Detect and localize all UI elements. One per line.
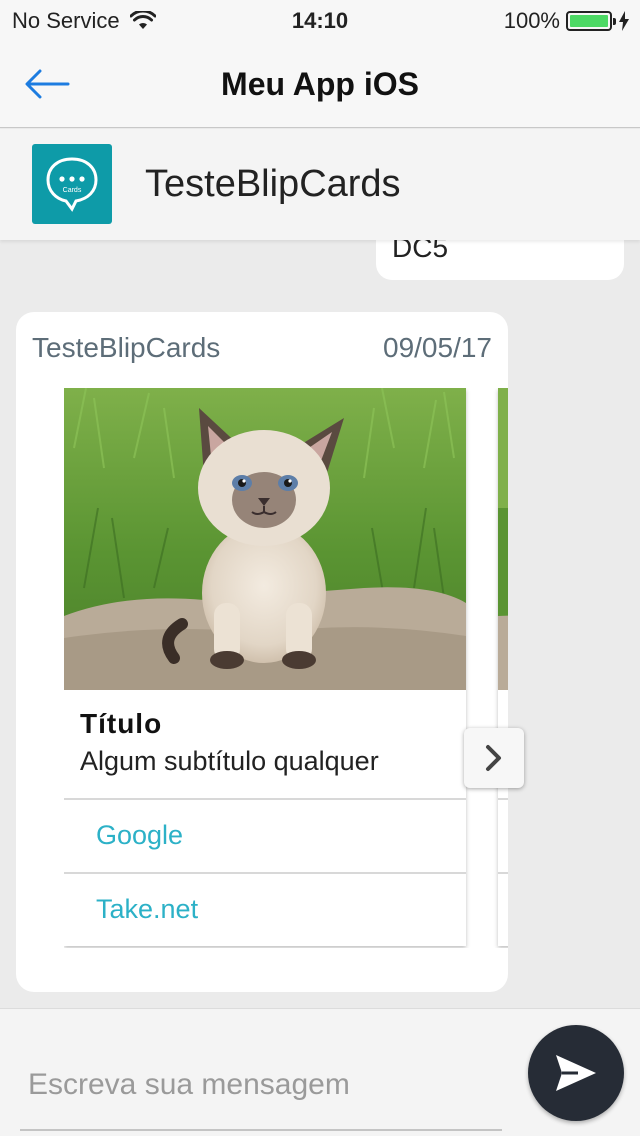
status-right: 100%	[504, 8, 630, 34]
card-button-take-net[interactable]: Take.net	[64, 872, 466, 946]
battery-level-fill	[570, 15, 608, 27]
carousel-card: Título Algum subtítulo qualquer Google T…	[64, 388, 466, 946]
carousel-card-next[interactable]	[498, 388, 508, 946]
card-button-google[interactable]: Google	[64, 798, 466, 872]
send-button[interactable]	[528, 1025, 624, 1121]
contact-header: Cards TesteBlipCards	[0, 129, 640, 240]
page-title: Meu App iOS	[221, 66, 419, 102]
charging-bolt-icon	[619, 11, 629, 31]
card-title: Título	[80, 708, 163, 739]
avatar-text: Cards	[63, 187, 82, 194]
carousel-next-button[interactable]	[464, 728, 524, 788]
contact-name: TesteBlipCards	[145, 163, 401, 205]
navigation-bar: Meu App iOS	[0, 40, 640, 128]
sent-message-text: DC5	[392, 240, 449, 263]
kitten-photo[interactable]	[64, 388, 466, 690]
message-sender: TesteBlipCards	[32, 332, 221, 363]
message-composer	[0, 1008, 640, 1136]
battery-percent: 100%	[503, 8, 560, 33]
chevron-right-icon	[486, 745, 501, 771]
chat-area[interactable]: DC5 TesteBlipCards 09/05/17 Título Algum…	[0, 240, 640, 1008]
message-date: 09/05/17	[383, 332, 492, 363]
chat-bubble-cards-icon: Cards	[46, 157, 98, 212]
send-icon	[556, 1055, 596, 1091]
next-card-image	[498, 388, 508, 690]
status-bar: No Service 14:10 100%	[0, 0, 640, 40]
card-carousel[interactable]: Título Algum subtítulo qualquer Google T…	[64, 388, 508, 948]
sent-message-bubble: DC5	[376, 240, 624, 280]
message-input[interactable]	[20, 1041, 502, 1131]
received-message-bubble: TesteBlipCards 09/05/17 Título Algum sub…	[16, 312, 524, 992]
avatar: Cards	[32, 144, 112, 224]
card-subtitle: Algum subtítulo qualquer	[80, 746, 379, 776]
battery-icon	[566, 11, 616, 31]
